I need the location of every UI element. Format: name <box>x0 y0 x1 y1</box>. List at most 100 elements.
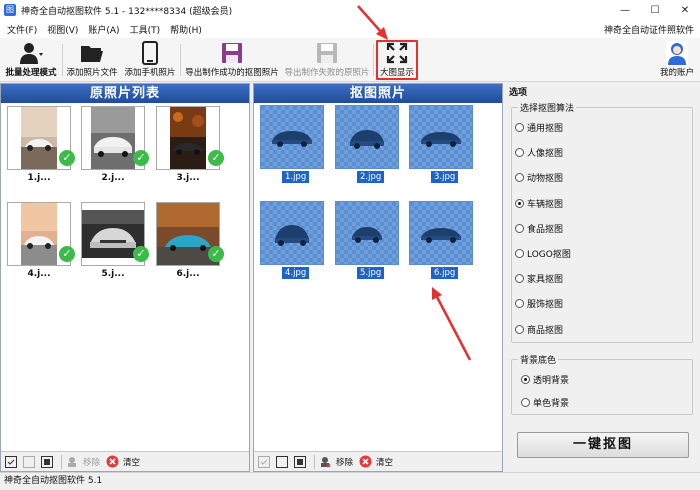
algorithm-option-label: 服饰抠图 <box>527 300 564 311</box>
original-photos-title: 原照片列表 <box>1 84 249 103</box>
algorithm-option[interactable]: 人像抠图 <box>515 146 563 159</box>
cutout-caption: 3.jpg <box>431 171 459 183</box>
select-all-icon[interactable] <box>257 455 271 469</box>
algorithm-option-label: 动物抠图 <box>527 174 564 185</box>
radio-button-icon[interactable] <box>515 299 524 309</box>
add-phone-photo-button[interactable]: 添加手机照片 <box>123 40 177 80</box>
radio-button-icon[interactable] <box>515 148 524 158</box>
remove-icon[interactable] <box>318 455 332 469</box>
radio-button-icon[interactable] <box>515 123 524 132</box>
folder-open-icon <box>80 40 104 66</box>
users-icon <box>18 40 44 66</box>
radio-button-icon[interactable] <box>515 249 524 258</box>
menu-file[interactable]: 文件(F) <box>7 23 37 36</box>
save-disk-disabled-icon <box>316 40 338 66</box>
done-check-icon: ✓ <box>133 246 149 262</box>
algorithm-option-label: LOGO抠图 <box>527 250 571 260</box>
cutout-caption: 4.jpg <box>282 267 310 279</box>
one-click-cutout-button[interactable]: 一键抠图 <box>517 432 689 458</box>
cutout-caption: 1.jpg <box>282 171 310 183</box>
background-option-label: 单色背景 <box>533 399 570 409</box>
algorithm-option[interactable]: 服饰抠图 <box>515 297 563 310</box>
done-check-icon: ✓ <box>59 150 75 166</box>
save-disk-icon <box>221 40 243 66</box>
my-account-button[interactable]: 我的账户 <box>658 40 696 80</box>
export-failed-label: 导出制作失败的原照片 <box>284 68 370 78</box>
cutout-photos-panel: 抠图照片 1.jpg 2.jpg 3.jpg 4.jpg 5.jpg 6.jpg <box>253 83 503 472</box>
add-photo-button[interactable]: 添加照片文件 <box>66 40 118 80</box>
app-logo-icon: 图 <box>4 4 16 16</box>
clear-icon[interactable] <box>358 455 372 469</box>
algorithm-option[interactable]: 动物抠图 <box>515 171 563 184</box>
radio-button-icon[interactable] <box>515 173 524 183</box>
background-option-label: 透明背景 <box>533 376 570 386</box>
clear-button[interactable]: 清空 <box>376 456 393 468</box>
menu-view[interactable]: 视图(V) <box>47 23 78 36</box>
cutout-thumb[interactable] <box>409 201 473 265</box>
cutout-caption: 2.jpg <box>357 171 385 183</box>
remove-button[interactable]: 移除 <box>83 456 100 468</box>
export-success-button[interactable]: 导出制作成功的抠图照片 <box>184 40 280 80</box>
background-option[interactable]: 透明背景 <box>521 373 569 386</box>
menu-account[interactable]: 账户(A) <box>88 23 119 36</box>
export-success-label: 导出制作成功的抠图照片 <box>185 68 279 78</box>
cutout-caption: 5.jpg <box>357 267 385 279</box>
background-option[interactable]: 单色背景 <box>521 396 569 409</box>
options-title: 选项 <box>509 88 528 98</box>
menu-bar: 文件(F) 视图(V) 账户(A) 工具(T) 帮助(H) 神奇全自动证件照软件 <box>0 20 700 38</box>
algorithm-option-label: 家具抠图 <box>527 275 564 286</box>
id-photo-software-link[interactable]: 神奇全自动证件照软件 <box>604 23 694 36</box>
radio-button-icon[interactable] <box>521 375 530 384</box>
invert-selection-icon[interactable] <box>293 455 307 469</box>
algorithm-group-title: 选择抠图算法 <box>518 101 577 114</box>
done-check-icon: ✓ <box>208 150 224 166</box>
invert-selection-icon[interactable] <box>40 455 54 469</box>
maximize-button[interactable]: ☐ <box>640 0 670 20</box>
title-bar: 图 神奇全自动抠图软件 5.1 - 132****8334 (超级会员) — ☐… <box>0 0 700 20</box>
algorithm-option[interactable]: 商品抠图 <box>515 323 563 336</box>
cutout-thumb[interactable] <box>335 105 399 169</box>
radio-button-icon[interactable] <box>521 398 530 407</box>
algorithm-option[interactable]: 车辆抠图 <box>515 197 563 210</box>
original-caption: 6.j... <box>176 269 200 279</box>
radio-button-icon[interactable] <box>515 223 524 233</box>
clear-button[interactable]: 清空 <box>123 456 140 468</box>
menu-tools[interactable]: 工具(T) <box>130 23 161 36</box>
close-button[interactable]: ✕ <box>670 0 700 20</box>
radio-button-icon[interactable] <box>515 198 524 208</box>
cutout-thumb[interactable] <box>409 105 473 169</box>
deselect-icon[interactable] <box>22 455 36 469</box>
original-caption: 2.j... <box>101 173 125 183</box>
algorithm-option[interactable]: 通用抠图 <box>515 121 563 134</box>
menu-help[interactable]: 帮助(H) <box>170 23 202 36</box>
app-window: 图 神奇全自动抠图软件 5.1 - 132****8334 (超级会员) — ☐… <box>0 0 700 490</box>
algorithm-option[interactable]: 家具抠图 <box>515 272 563 285</box>
algorithm-option-label: 商品抠图 <box>527 325 564 336</box>
car-photo-image <box>21 107 57 169</box>
big-view-highlight-box <box>376 40 418 80</box>
cutout-thumb[interactable] <box>260 201 324 265</box>
car-cutout-image <box>352 227 382 243</box>
toolbar-divider <box>62 44 63 76</box>
cutout-thumb[interactable] <box>260 105 324 169</box>
remove-button[interactable]: 移除 <box>336 456 353 468</box>
car-cutout-image <box>272 131 312 147</box>
algorithm-option-label: 人像抠图 <box>527 149 564 160</box>
clear-icon[interactable] <box>105 455 119 469</box>
cutout-panel-footer: 移除 清空 <box>254 451 502 471</box>
radio-button-icon[interactable] <box>515 324 524 334</box>
original-caption: 3.j... <box>176 173 200 183</box>
batch-mode-button[interactable]: 批量处理模式 <box>3 40 59 80</box>
remove-icon[interactable] <box>65 455 79 469</box>
deselect-icon[interactable] <box>275 455 289 469</box>
cutout-thumb[interactable] <box>335 201 399 265</box>
radio-button-icon[interactable] <box>515 274 524 284</box>
original-caption: 1.j... <box>27 173 51 183</box>
minimize-button[interactable]: — <box>610 0 640 20</box>
select-all-icon[interactable] <box>4 455 18 469</box>
cutout-photos-title: 抠图照片 <box>254 84 502 103</box>
account-avatar-icon <box>666 40 688 66</box>
algorithm-option[interactable]: 食品抠图 <box>515 222 563 235</box>
algorithm-option[interactable]: LOGO抠图 <box>515 247 571 260</box>
batch-mode-label: 批量处理模式 <box>5 68 57 78</box>
